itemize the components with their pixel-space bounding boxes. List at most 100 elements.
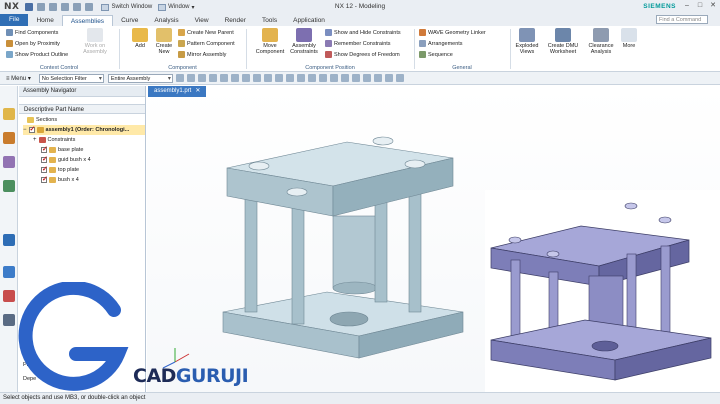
- orient-view-icon[interactable]: [362, 74, 371, 82]
- intersection-icon[interactable]: [241, 74, 250, 82]
- switch-window-button[interactable]: Switch Window: [101, 3, 152, 11]
- selection-filter-dropdown[interactable]: No Selection Filter: [38, 73, 104, 83]
- tree-row-sections[interactable]: Sections: [27, 115, 57, 125]
- select-none-icon[interactable]: [186, 74, 195, 82]
- point-on-curve-icon[interactable]: [285, 74, 294, 82]
- assembly-navigator-tab-icon[interactable]: [3, 108, 15, 120]
- cut-icon[interactable]: [61, 3, 70, 11]
- command-search-input[interactable]: Find a Command: [656, 15, 708, 24]
- nx-logo: NX: [4, 2, 20, 12]
- group-component: Add Create New Create New Parent Pattern…: [120, 26, 245, 72]
- column-header[interactable]: Descriptive Part Name: [19, 104, 145, 114]
- arrangements-icon: [419, 40, 426, 47]
- tree-row-base-plate[interactable]: base plate: [41, 145, 83, 155]
- tab-view[interactable]: View: [187, 15, 217, 26]
- create-dmu-label: Create DMU Worksheet: [547, 43, 579, 55]
- clearance-analysis-button[interactable]: Clearance Analysis: [584, 28, 618, 55]
- paste-icon[interactable]: [85, 3, 94, 11]
- midpoint-icon[interactable]: [219, 74, 228, 82]
- constraint-navigator-tab-icon[interactable]: [3, 132, 15, 144]
- part-navigator-tab-icon[interactable]: [3, 156, 15, 168]
- undo-icon[interactable]: [37, 3, 46, 11]
- save-icon[interactable]: [25, 3, 34, 11]
- more-button[interactable]: More: [619, 28, 639, 49]
- bounded-grid-icon[interactable]: [307, 74, 316, 82]
- open-by-proximity-button[interactable]: Open by Proximity: [6, 40, 60, 47]
- control-point-icon[interactable]: [230, 74, 239, 82]
- history-tab-icon[interactable]: [3, 266, 15, 278]
- inset-model-view: [490, 202, 712, 381]
- snap-point-icon[interactable]: [197, 74, 206, 82]
- create-dmu-worksheet-button[interactable]: Create DMU Worksheet: [546, 28, 580, 55]
- work-layer-icon[interactable]: [384, 74, 393, 82]
- tab-curve[interactable]: Curve: [113, 15, 146, 26]
- create-new-icon: [156, 28, 172, 42]
- sequence-button[interactable]: Sequence: [419, 51, 453, 58]
- show-product-outline-button[interactable]: Show Product Outline: [6, 51, 68, 58]
- selection-scope-dropdown[interactable]: Entire Assembly: [107, 73, 173, 83]
- tab-assemblies[interactable]: Assemblies: [61, 15, 114, 26]
- work-on-assembly-button[interactable]: Work on Assembly: [80, 28, 110, 55]
- arrangements-button[interactable]: Arrangements: [419, 40, 463, 47]
- move-component-button[interactable]: Move Component: [253, 28, 287, 55]
- quadrant-icon[interactable]: [263, 74, 272, 82]
- fit-view-icon[interactable]: [318, 74, 327, 82]
- close-icon[interactable]: ✕: [708, 1, 718, 11]
- bush-top: [248, 161, 270, 171]
- tab-analysis[interactable]: Analysis: [146, 15, 186, 26]
- existing-point-icon[interactable]: [274, 74, 283, 82]
- point-on-face-icon[interactable]: [296, 74, 305, 82]
- window-menu-button[interactable]: Window ▾: [158, 3, 195, 11]
- tree-row-guid-bush[interactable]: guid bush x 4: [41, 155, 91, 165]
- add-component-button[interactable]: Add: [130, 28, 150, 49]
- tab-application[interactable]: Application: [285, 15, 333, 26]
- bush-top: [404, 159, 426, 169]
- create-new-button[interactable]: Create New: [152, 28, 176, 55]
- maximize-icon[interactable]: □: [695, 1, 705, 11]
- tree-row-constraints[interactable]: + Constraints: [33, 135, 75, 145]
- tab-render[interactable]: Render: [217, 15, 254, 26]
- create-new-label: Create New: [155, 43, 173, 55]
- group-component-position: Move Component Assembly Constraints Show…: [247, 26, 413, 72]
- pattern-component-button[interactable]: Pattern Component: [178, 40, 235, 47]
- rotate-icon[interactable]: [340, 74, 349, 82]
- pan-icon[interactable]: [351, 74, 360, 82]
- tab-file[interactable]: File: [0, 14, 29, 26]
- zoom-icon[interactable]: [329, 74, 338, 82]
- tree-row-bush[interactable]: bush x 4: [41, 175, 79, 185]
- visibility-checkbox[interactable]: [41, 155, 48, 165]
- menu-button[interactable]: ≡ Menu ▾: [0, 75, 35, 82]
- select-all-icon[interactable]: [175, 74, 184, 82]
- inset-bush-top: [508, 236, 522, 244]
- tree-label: Constraints: [47, 137, 76, 143]
- web-browser-tab-icon[interactable]: [3, 234, 15, 246]
- minimize-icon[interactable]: –: [682, 1, 692, 11]
- create-new-parent-button[interactable]: Create New Parent: [178, 29, 234, 36]
- show-hide-constraints-button[interactable]: Show and Hide Constraints: [325, 29, 401, 36]
- find-components-button[interactable]: Find Components: [6, 29, 58, 36]
- visibility-checkbox[interactable]: [41, 165, 48, 175]
- visibility-checkbox[interactable]: [28, 125, 35, 135]
- visibility-checkbox[interactable]: [41, 145, 48, 155]
- copy-icon[interactable]: [73, 3, 82, 11]
- exploded-views-label: Exploded Views: [515, 43, 539, 55]
- show-dof-button[interactable]: Show Degrees of Freedom: [325, 51, 400, 58]
- mirror-assembly-button[interactable]: Mirror Assembly: [178, 51, 226, 58]
- tab-home[interactable]: Home: [28, 15, 61, 26]
- group-general: WAVE Geometry Linker Arrangements Sequen…: [415, 26, 509, 72]
- remember-constraints-button[interactable]: Remember Constraints: [325, 40, 391, 47]
- wcs-icon[interactable]: [395, 74, 404, 82]
- redo-icon[interactable]: [49, 3, 58, 11]
- arc-center-icon[interactable]: [252, 74, 261, 82]
- endpoint-icon[interactable]: [208, 74, 217, 82]
- wave-geometry-linker-button[interactable]: WAVE Geometry Linker: [419, 29, 486, 36]
- tree-row-top-plate[interactable]: top plate: [41, 165, 79, 175]
- assembly-constraints-label: Assembly Constraints: [290, 43, 318, 55]
- reuse-library-tab-icon[interactable]: [3, 180, 15, 192]
- assembly-constraints-button[interactable]: Assembly Constraints: [287, 28, 321, 55]
- tab-tools[interactable]: Tools: [254, 15, 285, 26]
- tree-row-assembly1[interactable]: − assembly1 (Order: Chronologi...: [23, 125, 145, 135]
- visibility-checkbox[interactable]: [41, 175, 48, 185]
- render-style-icon[interactable]: [373, 74, 382, 82]
- exploded-views-button[interactable]: Exploded Views: [512, 28, 542, 55]
